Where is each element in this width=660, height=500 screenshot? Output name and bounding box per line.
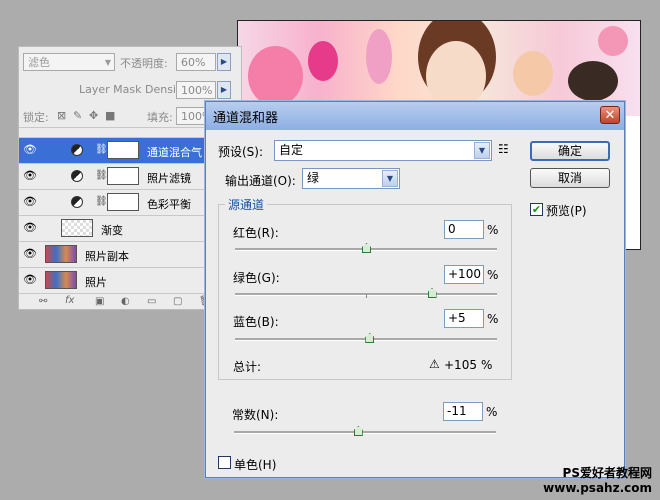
monochrome-checkbox[interactable] xyxy=(218,456,231,469)
source-channels-group: 源通道 红色(R): 0 % 绿色(G): +100 % 蓝色(B): +5 %… xyxy=(218,196,512,380)
lock-all-icon[interactable]: ■ xyxy=(105,109,115,122)
green-label: 绿色(G): xyxy=(233,271,280,285)
lock-label: 锁定: xyxy=(23,111,49,124)
ok-button[interactable]: 确定 xyxy=(530,141,610,161)
eye-icon[interactable]: 👁 xyxy=(23,222,37,233)
eye-icon[interactable]: 👁 xyxy=(23,196,37,207)
chevron-down-icon: ▼ xyxy=(382,170,398,187)
layer-mask-thumbnail[interactable] xyxy=(107,167,139,185)
close-icon: ✕ xyxy=(604,108,616,123)
layer-thumbnail[interactable] xyxy=(45,245,77,263)
play-arrow-icon: ▶ xyxy=(220,57,228,66)
monochrome-label: 单色(H) xyxy=(234,458,277,472)
pct-sign: % xyxy=(487,223,499,237)
layer-mask-thumbnail[interactable] xyxy=(107,193,139,211)
link-icon[interactable]: ⚯ xyxy=(39,296,47,307)
preset-value: 自定 xyxy=(279,143,304,157)
warning-icon: ⚠ xyxy=(429,357,440,371)
cancel-button[interactable]: 取消 xyxy=(530,168,610,188)
mask-icon[interactable]: ▣ xyxy=(95,296,104,307)
mask-density-arrow-button[interactable]: ▶ xyxy=(217,81,231,99)
slider-center-tick xyxy=(366,294,367,298)
source-channels-title: 源通道 xyxy=(225,196,268,213)
constant-slider-knob[interactable] xyxy=(353,426,363,436)
layer-name: 色彩平衡 xyxy=(147,198,191,211)
layer-mask-thumbnail[interactable] xyxy=(107,141,139,159)
layer-name: 照片副本 xyxy=(85,250,129,263)
total-label: 总计: xyxy=(233,360,262,374)
green-slider-knob[interactable] xyxy=(427,288,437,298)
constant-input[interactable]: -11 xyxy=(443,402,483,421)
channel-mixer-dialog: 通道混和器 ✕ 预设(S): 自定 ▼ ☷ 确定 取消 ✔ 预览(P) 输出通道… xyxy=(205,101,625,478)
mask-density-label: Layer Mask Density xyxy=(79,83,187,96)
blue-slider-knob[interactable] xyxy=(365,333,375,343)
preset-options-icon[interactable]: ☷ xyxy=(498,142,509,156)
dialog-title: 通道混和器 xyxy=(213,111,279,126)
fill-label: 填充: xyxy=(147,111,173,124)
layer-name: 照片滤镜 xyxy=(147,172,191,185)
link-chain-icon: ⛓ xyxy=(95,196,108,207)
watermark: PS爱好者教程网 www.psahz.com xyxy=(543,466,652,496)
layer-name: 通道混合气 xyxy=(147,146,202,159)
preview-label: 预览(P) xyxy=(546,204,587,218)
red-input[interactable]: 0 xyxy=(444,220,484,239)
adjustment-layer-icon xyxy=(71,144,83,156)
adjustment-icon[interactable]: ◐ xyxy=(121,296,130,307)
pct-sign: % xyxy=(486,405,498,419)
blend-mode-select[interactable]: 滤色 ▼ xyxy=(23,53,115,71)
eye-icon[interactable]: 👁 xyxy=(23,170,37,181)
constant-slider-track[interactable] xyxy=(234,431,496,434)
output-channel-label: 输出通道(O): xyxy=(225,174,296,188)
layer-thumbnail[interactable] xyxy=(61,219,93,237)
lock-brush-icon[interactable]: ✎ xyxy=(73,109,82,122)
constant-label: 常数(N): xyxy=(232,408,279,422)
red-slider-knob[interactable] xyxy=(362,243,371,253)
blue-label: 蓝色(B): xyxy=(233,315,279,329)
dialog-titlebar[interactable]: 通道混和器 ✕ xyxy=(206,102,624,130)
layer-name: 照片 xyxy=(85,276,107,289)
preset-select[interactable]: 自定 ▼ xyxy=(274,140,492,161)
link-chain-icon: ⛓ xyxy=(95,144,108,155)
eye-icon[interactable]: 👁 xyxy=(23,144,37,155)
preset-label: 预设(S): xyxy=(218,145,264,159)
folder-icon[interactable]: ▭ xyxy=(147,296,156,307)
checkmark-icon: ✔ xyxy=(531,203,542,216)
eye-icon[interactable]: 👁 xyxy=(23,248,37,259)
lock-move-icon[interactable]: ✥ xyxy=(89,109,98,122)
chevron-down-icon: ▼ xyxy=(474,142,490,159)
layer-name: 渐变 xyxy=(101,224,123,237)
chevron-down-icon: ▼ xyxy=(104,58,111,67)
layer-thumbnail[interactable] xyxy=(45,271,77,289)
adjustment-layer-icon xyxy=(71,196,83,208)
red-label: 红色(R): xyxy=(233,226,279,240)
pct-sign: % xyxy=(481,358,493,372)
blue-input[interactable]: +5 xyxy=(444,309,484,328)
pct-sign: % xyxy=(487,312,499,326)
opacity-arrow-button[interactable]: ▶ xyxy=(217,53,231,71)
opacity-input[interactable]: 60% xyxy=(176,53,216,71)
link-chain-icon: ⛓ xyxy=(95,170,108,181)
lock-transparent-icon[interactable]: ⊠ xyxy=(57,109,66,122)
watermark-line1: PS爱好者教程网 xyxy=(562,466,652,480)
output-channel-select[interactable]: 绿 ▼ xyxy=(302,168,400,189)
new-layer-icon[interactable]: ▢ xyxy=(173,296,182,307)
fx-icon[interactable]: fx xyxy=(65,295,74,306)
eye-icon[interactable]: 👁 xyxy=(23,274,37,285)
play-arrow-icon: ▶ xyxy=(220,85,228,94)
blend-mode-value: 滤色 xyxy=(28,56,50,69)
pct-sign: % xyxy=(487,268,499,282)
opacity-label: 不透明度: xyxy=(120,57,168,70)
output-channel-value: 绿 xyxy=(307,171,320,185)
mask-density-input[interactable]: 100% xyxy=(176,81,216,99)
close-button[interactable]: ✕ xyxy=(600,106,620,124)
preview-checkbox[interactable]: ✔ xyxy=(530,203,543,216)
total-value: +105 xyxy=(444,358,477,372)
adjustment-layer-icon xyxy=(71,170,83,182)
watermark-line2: www.psahz.com xyxy=(543,481,652,495)
green-input[interactable]: +100 xyxy=(444,265,484,284)
